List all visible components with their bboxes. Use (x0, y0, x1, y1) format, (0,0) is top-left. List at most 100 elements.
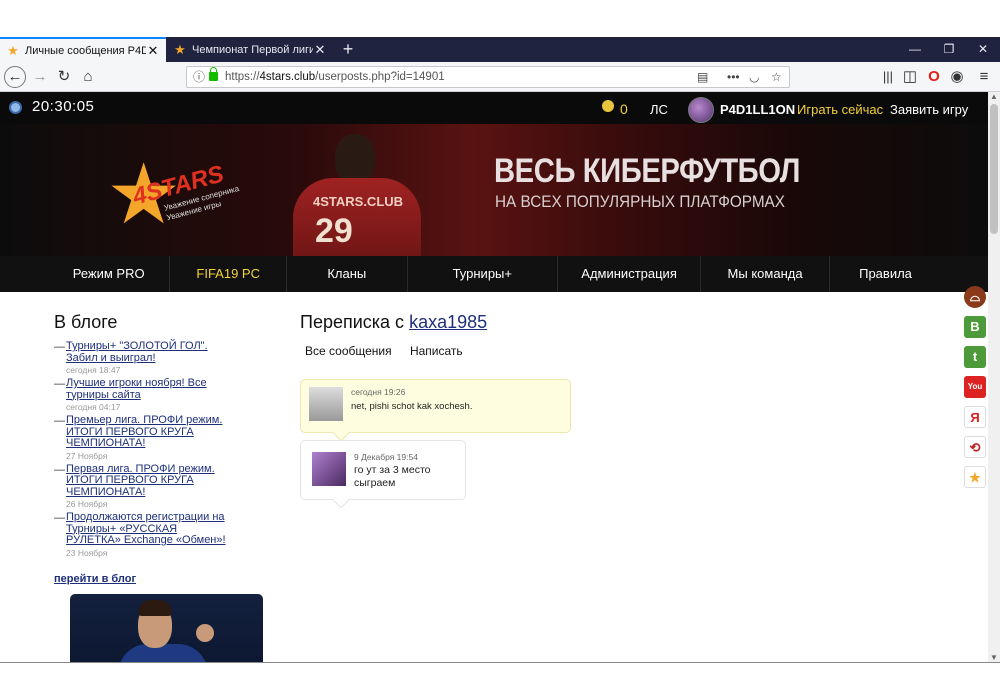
sender-avatar[interactable] (312, 452, 346, 486)
blog-post-link[interactable]: Лучшие игроки ноября! Все турниры сайта (66, 377, 234, 401)
conversation-title: Переписка с kaxa1985 (300, 312, 487, 333)
conversation-title-prefix: Переписка с (300, 312, 405, 332)
message-bubble: сегодня 19:26 net, pishi schot kak xoche… (300, 379, 571, 442)
message-date: 9 Декабря 19:54 (354, 452, 418, 462)
hero-title: ВЕСЬ КИБЕРФУТБОЛ (494, 152, 800, 190)
home-icon[interactable]: ⌂ (78, 67, 98, 87)
tab-championship[interactable]: ★ Чемпионат Первой лиги PC ✕ (167, 37, 333, 62)
message-date: сегодня 19:26 (351, 387, 406, 397)
hat-icon[interactable]: ⌓ (964, 286, 986, 308)
menu-item-clans[interactable]: Кланы (287, 256, 408, 292)
private-messages-link[interactable]: ЛС (650, 102, 668, 117)
declare-game-link[interactable]: Заявить игру (890, 102, 968, 117)
opera-icon[interactable]: O (924, 67, 944, 87)
menu-item-rules[interactable]: Правила (830, 256, 941, 292)
close-tab-icon[interactable]: ✕ (313, 42, 327, 58)
scroll-down-icon[interactable]: ▼ (988, 653, 1000, 662)
tab-private-messages[interactable]: ★ Личные сообщения P4D1LL1O ✕ (0, 37, 166, 62)
tab-all-messages[interactable]: Все сообщения (305, 344, 392, 358)
star-favicon-icon: ★ (7, 42, 19, 58)
pocket-icon[interactable]: ◡ (749, 67, 759, 87)
message-text: net, pishi schot kak xochesh. (351, 401, 473, 412)
page-scrollbar[interactable]: ▲ ▼ (988, 92, 1000, 662)
conversation-tabs: Все сообщения Написать (305, 344, 478, 358)
share-icon[interactable]: ⟲ (964, 436, 986, 458)
blog-post-date: сегодня 18:47 (66, 365, 121, 375)
close-tab-icon[interactable]: ✕ (146, 43, 160, 59)
blog-post-date: 27 Ноября (66, 450, 108, 461)
list-item: Премьер лига. ПРОФИ режим. ИТОГИ ПЕРВОГО… (54, 414, 234, 462)
promo-player-image[interactable] (70, 594, 263, 662)
play-now-link[interactable]: Играть сейчас (797, 102, 883, 117)
vk-icon[interactable]: B (964, 316, 986, 338)
message-text: го ут за 3 место сыграем (354, 464, 431, 489)
blog-post-link[interactable]: Первая лига. ПРОФИ режим. ИТОГИ ПЕРВОГО … (66, 463, 234, 499)
list-item: Лучшие игроки ноября! Все турниры сайта … (54, 377, 234, 413)
youtube-icon[interactable]: You (964, 376, 986, 398)
blog-post-link[interactable]: Турниры+ "ЗОЛОТОЙ ГОЛ". Забил и выиграл! (66, 340, 234, 364)
username-link[interactable]: P4D1LL1ON (720, 102, 795, 117)
navigation-toolbar: ← → ↻ ⌂ ⓘ https://4stars.club/userposts.… (0, 62, 1000, 92)
restore-button[interactable]: ❐ (932, 37, 966, 62)
scrollbar-thumb[interactable] (990, 104, 998, 234)
lock-icon (209, 67, 218, 81)
menu-item-our-team[interactable]: Мы команда (701, 256, 831, 292)
info-icon[interactable]: ⓘ (193, 67, 205, 87)
twitter-icon[interactable]: t (964, 346, 986, 368)
list-item: Продолжаются регистрации на Турниры+ «РУ… (54, 511, 234, 559)
menu-item-tournaments[interactable]: Турниры+ (408, 256, 559, 292)
blog-post-date: 23 Ноября (66, 547, 108, 558)
page-viewport: 20:30:05 0 ЛС P4D1LL1ON Играть сейчас За… (0, 92, 988, 662)
go-to-blog-link[interactable]: перейти в блог (54, 573, 136, 585)
menu-item-pro-mode[interactable]: Режим PRO (48, 256, 171, 292)
tab-title: Личные сообщения P4D1LL1O (25, 44, 146, 57)
reader-view-icon[interactable]: ▤ (697, 67, 708, 87)
new-tab-button[interactable]: + (338, 37, 358, 62)
list-item: Первая лига. ПРОФИ режим. ИТОГИ ПЕРВОГО … (54, 463, 234, 511)
back-arrow-icon[interactable]: ← (4, 66, 26, 88)
blog-list: Турниры+ "ЗОЛОТОЙ ГОЛ". Забил и выиграл!… (54, 340, 234, 561)
tab-write-message[interactable]: Написать (410, 344, 463, 358)
menu-item-fifa19-pc[interactable]: FIFA19 PC (170, 256, 288, 292)
screen-bottom-margin (0, 662, 1000, 700)
partner-profile-link[interactable]: kaxa1985 (409, 312, 487, 332)
extension-icon[interactable]: ◉ (947, 67, 967, 87)
message-bubble: 9 Декабря 19:54 го ут за 3 место сыграем (300, 440, 466, 509)
sender-avatar[interactable] (309, 387, 343, 421)
library-icon[interactable]: ||| (878, 67, 898, 87)
window-close-button[interactable]: ✕ (966, 37, 1000, 62)
hero-subtitle: НА ВСЕХ ПОПУЛЯРНЫХ ПЛАТФОРМАХ (495, 192, 785, 211)
address-bar[interactable]: ⓘ https://4stars.club/userposts.php?id=1… (186, 66, 790, 88)
star-favicon-icon: ★ (174, 41, 186, 57)
shirt-sponsor-text: 4STARS.CLUB (313, 194, 404, 209)
blog-post-link[interactable]: Премьер лига. ПРОФИ режим. ИТОГИ ПЕРВОГО… (66, 414, 234, 450)
minimize-button[interactable]: — (898, 37, 932, 62)
browser-window: ★ Личные сообщения P4D1LL1O ✕ ★ Чемпиона… (0, 0, 1000, 700)
forward-arrow-icon[interactable]: → (30, 67, 50, 87)
reload-icon[interactable]: ↻ (54, 67, 74, 87)
sidebar-icon[interactable]: ◫ (900, 67, 920, 87)
hamburger-menu-icon[interactable]: ≡ (974, 67, 994, 87)
hero-player-image: 4STARS.CLUB 29 (285, 130, 425, 268)
blog-post-date: 26 Ноября (66, 499, 108, 509)
yandex-icon[interactable]: Я (964, 406, 986, 428)
main-menu: Режим PRO FIFA19 PC Кланы Турниры+ Админ… (48, 256, 941, 292)
bookmark-icon[interactable]: ★ (964, 466, 986, 488)
blog-post-date: сегодня 04:17 (66, 402, 121, 412)
screen-top-margin (0, 0, 1000, 37)
blog-post-link[interactable]: Продолжаются регистрации на Турниры+ «РУ… (66, 511, 234, 547)
list-item: Турниры+ "ЗОЛОТОЙ ГОЛ". Забил и выиграл!… (54, 340, 234, 376)
scroll-up-icon[interactable]: ▲ (988, 92, 1000, 101)
site-header: 20:30:05 0 ЛС P4D1LL1ON Играть сейчас За… (0, 92, 988, 292)
menu-item-administration[interactable]: Администрация (558, 256, 702, 292)
user-avatar[interactable] (688, 97, 714, 123)
clock-icon (9, 101, 22, 114)
shirt-number: 29 (315, 212, 353, 250)
coin-balance[interactable]: 0 (620, 101, 628, 117)
url-text: https://4stars.club/userposts.php?id=149… (225, 71, 445, 83)
coin-icon (602, 100, 614, 112)
tab-bar: ★ Личные сообщения P4D1LL1O ✕ ★ Чемпиона… (0, 37, 1000, 62)
page-actions-icon[interactable]: ••• (727, 67, 740, 87)
bookmark-star-icon[interactable]: ☆ (771, 67, 782, 87)
tab-title: Чемпионат Первой лиги PC (192, 43, 313, 56)
